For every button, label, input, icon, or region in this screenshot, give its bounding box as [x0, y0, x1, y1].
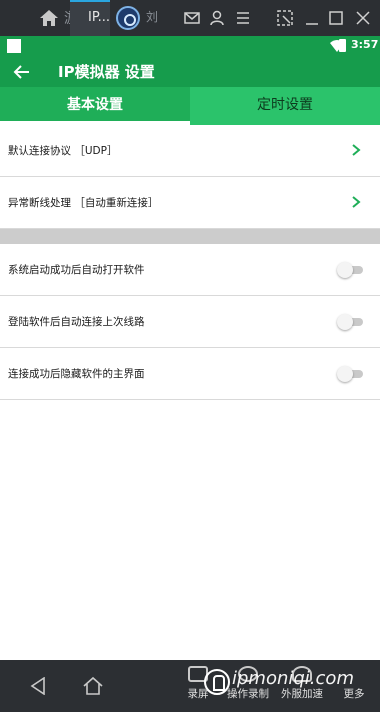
chevron-right-icon: [352, 196, 361, 208]
minimize-icon[interactable]: [304, 10, 320, 26]
tab-partial-label[interactable]: 刘: [146, 8, 158, 25]
setting-row-hide-main[interactable]: 连接成功后隐藏软件的主界面: [0, 348, 380, 400]
page-title: IP模拟器 设置: [58, 63, 155, 81]
setting-label: 异常断线处理 ［自动重新连接］: [8, 197, 159, 209]
tab-label: 定时设置: [257, 97, 313, 113]
status-bar: 3:57: [0, 36, 380, 56]
tab-label: IP...: [88, 10, 111, 25]
cursor-icon[interactable]: [277, 10, 293, 26]
setting-label: 连接成功后隐藏软件的主界面: [8, 368, 145, 380]
status-time: 3:57: [351, 38, 379, 51]
watermark-logo-icon: [204, 669, 230, 695]
setting-label: 登陆软件后自动连接上次线路: [8, 316, 145, 328]
emulator-window: 游 IP... 刘 3:57: [0, 0, 380, 712]
home-icon[interactable]: [38, 7, 60, 29]
autostart-toggle[interactable]: [337, 262, 363, 278]
chevron-right-icon: [352, 144, 361, 156]
close-icon[interactable]: [355, 10, 371, 26]
emulator-titlebar: 游 IP... 刘: [0, 0, 380, 36]
setting-row-autoconnect[interactable]: 登陆软件后自动连接上次线路: [0, 296, 380, 348]
setting-label: 默认连接协议 ［UDP］: [8, 145, 118, 157]
setting-label: 系统启动成功后自动打开软件: [8, 264, 145, 276]
nav-back-icon[interactable]: [30, 677, 46, 695]
setting-row-disconnect[interactable]: 异常断线处理 ［自动重新连接］: [0, 177, 380, 229]
tab-ip-simulator[interactable]: IP...: [70, 0, 110, 36]
maximize-icon[interactable]: [328, 10, 344, 26]
tab-basic-settings[interactable]: 基本设置: [0, 87, 190, 125]
back-arrow-icon[interactable]: [12, 62, 32, 82]
notification-icon: [7, 39, 21, 53]
watermark: ipmoniqi.com: [232, 668, 354, 689]
tab-timer-settings[interactable]: 定时设置: [190, 87, 380, 125]
setting-row-autostart[interactable]: 系统启动成功后自动打开软件: [0, 244, 380, 296]
battery-icon: [339, 39, 346, 52]
mail-icon[interactable]: [184, 10, 200, 26]
user-icon[interactable]: [209, 10, 225, 26]
tab-label: 基本设置: [67, 97, 123, 113]
tab-app-icon[interactable]: [116, 6, 140, 30]
nav-home-icon[interactable]: [82, 675, 104, 697]
menu-icon[interactable]: [235, 10, 251, 26]
hide-main-toggle[interactable]: [337, 366, 363, 382]
section-divider: [0, 229, 380, 244]
app-bar: IP模拟器 设置: [0, 56, 380, 87]
autoconnect-toggle[interactable]: [337, 314, 363, 330]
settings-tabs: 基本设置 定时设置: [0, 87, 380, 125]
setting-row-protocol[interactable]: 默认连接协议 ［UDP］: [0, 125, 380, 177]
